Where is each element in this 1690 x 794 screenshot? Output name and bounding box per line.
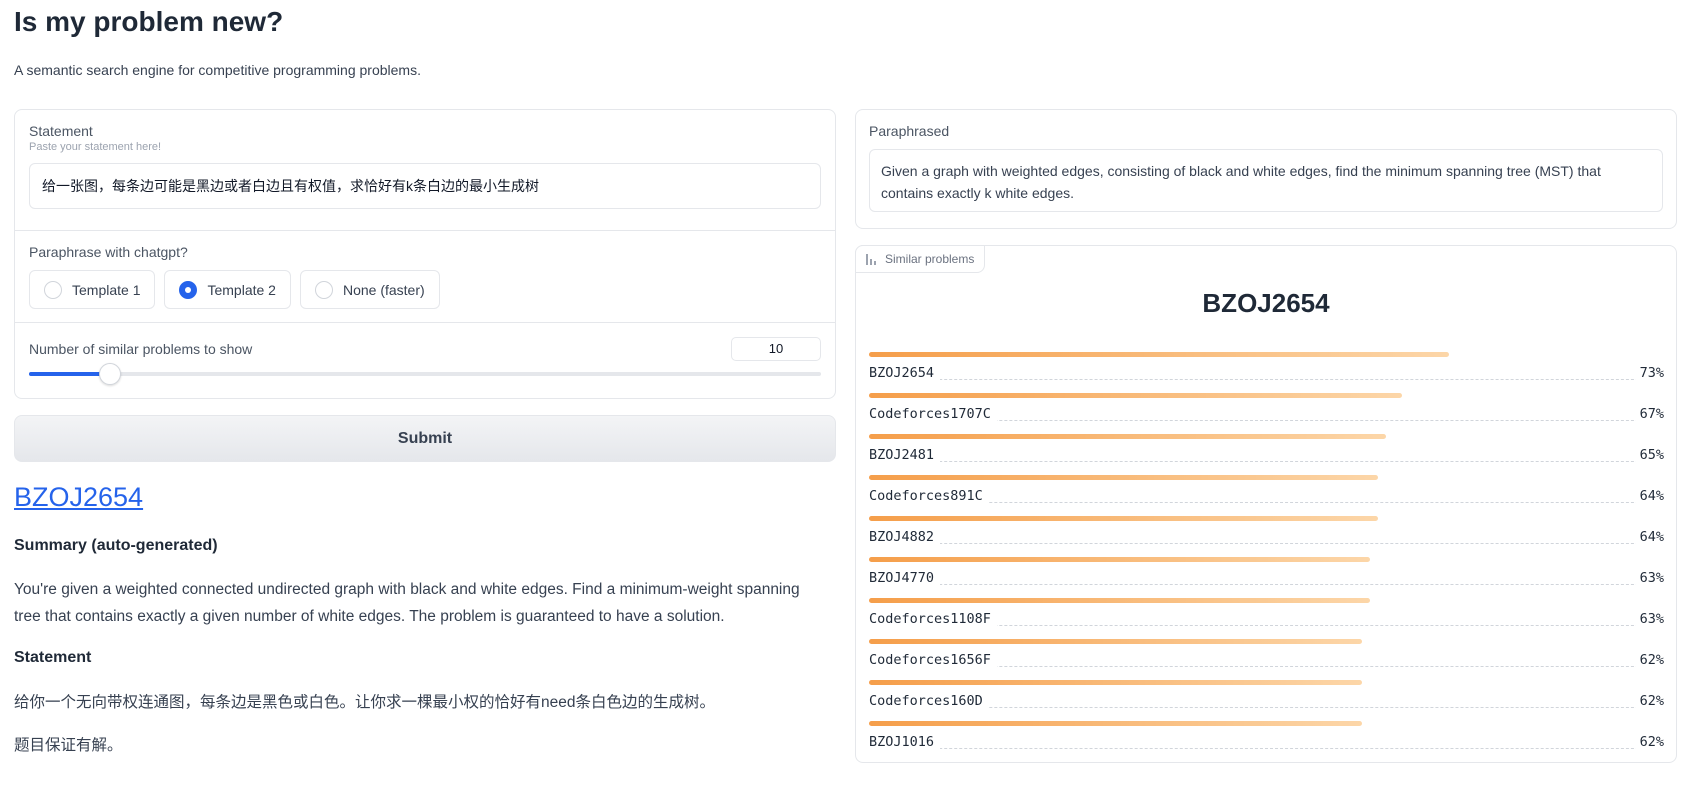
similarity-bar <box>869 475 1378 480</box>
similar-problem-row[interactable]: BZOJ4882 64% <box>869 516 1664 557</box>
paraphrased-label: Paraphrased <box>869 123 950 139</box>
similar-problems-title: BZOJ2654 <box>1202 288 1330 318</box>
similarity-bar <box>869 639 1362 644</box>
statement-input[interactable]: 给一张图，每条边可能是黑边或者白边且有权值，求恰好有k条白边的最小生成树 <box>29 163 821 209</box>
radio-label: Template 1 <box>72 281 141 298</box>
paraphrased-panel: Paraphrased Given a graph with weighted … <box>855 109 1677 229</box>
dotted-leader <box>869 584 1664 585</box>
similarity-bar <box>869 721 1362 726</box>
similar-problem-row[interactable]: BZOJ4770 63% <box>869 557 1664 598</box>
similar-problem-row[interactable]: Codeforces160D 62% <box>869 680 1664 721</box>
statement-text: 给你一个无向带权连通图，每条边是黑色或白色。让你求一棵最小权的恰好有need条白… <box>14 694 715 711</box>
slider-block: Number of similar problems to show 10 <box>15 323 835 400</box>
problem-name: Codeforces1656F <box>869 652 997 668</box>
similarity-percent: 62% <box>1635 652 1664 668</box>
similar-problems-tag: Similar problems <box>855 245 986 273</box>
problem-name: Codeforces160D <box>869 693 989 709</box>
problem-name: Codeforces891C <box>869 488 989 504</box>
page-subtitle: A semantic search engine for competitive… <box>14 62 421 78</box>
problem-name: Codeforces1108F <box>869 611 997 627</box>
statement-note: 题目保证有解。 <box>14 737 123 754</box>
similarity-percent: 64% <box>1635 488 1664 504</box>
radio-circle-checked[interactable] <box>179 280 198 299</box>
input-panel: Statement Paste your statement here! 给一张… <box>14 109 836 399</box>
similar-problem-row[interactable]: Codeforces1707C 67% <box>869 393 1664 434</box>
similarity-bar <box>869 352 1449 357</box>
similar-problem-row[interactable]: Codeforces1108F 63% <box>869 598 1664 639</box>
radio-none[interactable]: None (faster) <box>299 270 440 309</box>
similarity-percent: 62% <box>1635 693 1664 709</box>
radio-template-1[interactable]: Template 1 <box>29 270 156 309</box>
similarity-bar <box>869 557 1370 562</box>
similar-problem-row[interactable]: Codeforces891C 64% <box>869 475 1664 516</box>
paraphrase-radio-group: Template 1 Template 2 None (faster) <box>29 270 821 309</box>
paraphrase-block: Paraphrase with chatgpt? Template 1 Temp… <box>15 231 835 323</box>
dotted-leader <box>869 748 1664 749</box>
similarity-bar <box>869 680 1362 685</box>
slider-number-input[interactable]: 10 <box>731 337 821 361</box>
similar-problem-row[interactable]: BZOJ2481 65% <box>869 434 1664 475</box>
summary-heading: Summary (auto-generated) <box>14 537 218 554</box>
problem-name: BZOJ4882 <box>869 529 941 545</box>
submit-button[interactable]: Submit <box>14 415 836 462</box>
slider-thumb[interactable] <box>99 363 121 385</box>
similar-problem-row[interactable]: BZOJ2654 73% <box>869 352 1664 393</box>
similarity-percent: 62% <box>1635 734 1664 750</box>
problem-name: Codeforces1707C <box>869 406 997 422</box>
summary-text: You're given a weighted connected undire… <box>14 581 800 625</box>
similarity-percent: 63% <box>1635 611 1664 627</box>
statement-block: Statement Paste your statement here! 给一张… <box>15 110 835 231</box>
similarity-bar <box>869 393 1402 398</box>
similarity-bar <box>869 516 1378 521</box>
radio-label: None (faster) <box>342 281 425 298</box>
similarity-bar <box>869 434 1386 439</box>
problem-name: BZOJ1016 <box>869 734 941 750</box>
dotted-leader <box>869 543 1664 544</box>
similar-problem-row[interactable]: BZOJ1016 62% <box>869 721 1664 762</box>
similarity-percent: 65% <box>1635 447 1664 463</box>
similar-problem-row[interactable]: Codeforces1656F 62% <box>869 639 1664 680</box>
statement-hint: Paste your statement here! <box>29 141 162 153</box>
similar-problems-tag-label: Similar problems <box>885 252 975 266</box>
paraphrase-label: Paraphrase with chatgpt? <box>29 244 188 260</box>
similarity-percent: 67% <box>1635 406 1664 422</box>
similarity-bar <box>869 598 1370 603</box>
bar-chart-icon <box>866 253 877 265</box>
dotted-leader <box>869 461 1664 462</box>
slider-label: Number of similar problems to show <box>29 341 253 357</box>
radio-circle[interactable] <box>44 280 62 299</box>
dotted-leader <box>869 379 1664 380</box>
paraphrased-output[interactable]: Given a graph with weighted edges, consi… <box>869 149 1663 212</box>
radio-circle[interactable] <box>314 280 333 299</box>
problem-name: BZOJ4770 <box>869 570 941 586</box>
page-title: Is my problem new? <box>14 6 284 37</box>
similarity-percent: 64% <box>1635 529 1664 545</box>
statement-label: Statement <box>29 123 93 139</box>
similar-problems-panel: Similar problems BZOJ2654 BZOJ2654 73% Cod… <box>855 245 1677 763</box>
statement-heading: Statement <box>14 649 92 666</box>
problem-name: BZOJ2654 <box>869 365 941 381</box>
result-title-link[interactable]: BZOJ2654 <box>14 482 143 513</box>
slider-fill <box>29 372 110 376</box>
radio-label: Template 2 <box>207 281 276 298</box>
radio-template-2[interactable]: Template 2 <box>164 270 291 309</box>
similarity-percent: 63% <box>1635 570 1664 586</box>
similarity-percent: 73% <box>1635 365 1664 381</box>
slider-track[interactable] <box>29 363 821 385</box>
problem-name: BZOJ2481 <box>869 447 941 463</box>
